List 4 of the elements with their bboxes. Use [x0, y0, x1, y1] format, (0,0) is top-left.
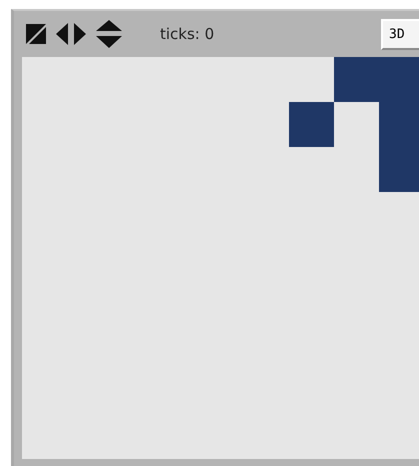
3d-button[interactable]: 3D: [381, 18, 419, 50]
up-down-arrows-icon[interactable]: [96, 20, 122, 48]
left-right-arrows-icon[interactable]: [56, 23, 86, 45]
tick-counter: ticks: 0: [160, 24, 214, 45]
